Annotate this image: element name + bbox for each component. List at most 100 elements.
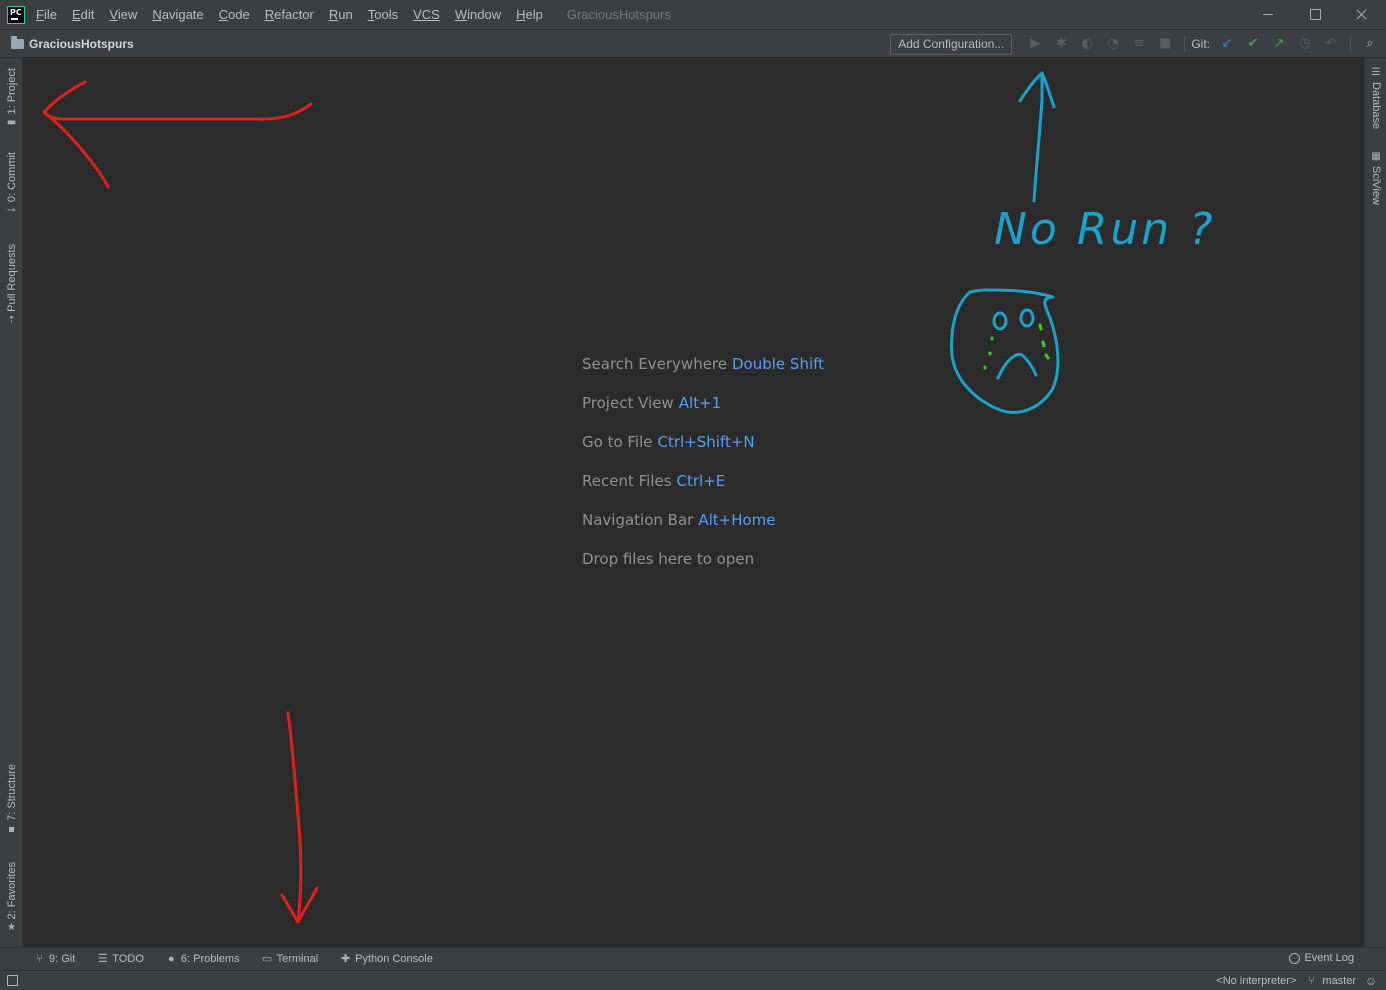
tool-tab-structure[interactable]: 7: Structure ▪ [0,764,23,835]
git-update-icon[interactable]: ↙ [1219,36,1235,52]
hint-label: Recent Files [582,472,672,490]
menu-view[interactable]: View [109,7,137,22]
star-icon: ★ [7,922,16,934]
hint-label: Drop files here to open [582,550,755,568]
hint-label: Project View [582,394,674,412]
hint-navigation-bar: Navigation Bar Alt+Home [582,509,824,548]
tool-tab-label: 2: Favorites [5,862,18,920]
menu-navigate[interactable]: Navigate [152,7,203,22]
tool-tab-favorites[interactable]: 2: Favorites ★ [0,862,23,933]
interpreter-widget[interactable]: <No interpreter> [1216,975,1296,987]
navigation-bar: GraciousHotspurs Add Configuration... ▶ … [0,29,1386,58]
folder-icon: ▬ [6,117,17,129]
tool-tab-label: 7: Structure [5,764,18,821]
problems-icon: ● [168,952,175,965]
tool-tab-terminal[interactable]: ▭ Terminal [261,952,319,965]
python-icon: ✚ [341,952,351,965]
tool-tab-label: 9: Git [49,953,76,965]
window-title: GraciousHotspurs [566,7,671,22]
hint-shortcut: Alt+Home [698,511,776,529]
hint-drop-files: Drop files here to open [582,548,824,587]
tool-tab-todo[interactable]: ☰ TODO [97,953,144,965]
tool-tab-label: 0: Commit [5,152,18,203]
tool-tab-project[interactable]: 1: Project ▬ [0,68,23,128]
right-tool-strip: ☰ Database ▦ SciView [1364,58,1386,947]
main-menu: File Edit View Navigate Code Refactor Ru… [36,7,558,22]
tool-tab-database[interactable]: ☰ Database [1365,68,1386,130]
hint-shortcut: Alt+1 [678,394,722,412]
left-tool-strip: 1: Project ▬ 0: Commit ⊸ Pull Requests ⇡… [0,58,23,947]
menu-refactor[interactable]: Refactor [265,7,314,22]
editor-area[interactable]: Search Everywhere Double Shift Project Vi… [23,58,1364,947]
title-bar: PC File Edit View Navigate Code Refactor… [0,0,1386,29]
hint-label: Go to File [582,433,653,451]
tool-tab-label: Python Console [355,953,433,965]
menu-file[interactable]: File [36,7,57,22]
hint-shortcut: Ctrl+E [676,472,726,490]
tool-tab-problems[interactable]: ● 6: Problems [166,953,240,965]
empty-editor-hints: Search Everywhere Double Shift Project Vi… [582,353,824,587]
hint-search-everywhere: Search Everywhere Double Shift [582,353,824,392]
tool-tab-label: TODO [112,953,144,965]
terminal-icon: ▭ [261,952,273,965]
branch-name: master [1322,975,1356,987]
git-label: Git: [1191,37,1210,51]
hint-go-to-file: Go to File Ctrl+Shift+N [582,431,824,470]
search-icon[interactable]: ⌕ [1362,36,1378,52]
toggle-tool-windows-icon[interactable] [7,975,18,986]
git-push-icon[interactable]: ↗ [1271,36,1287,52]
event-log-icon [1289,952,1301,964]
close-button[interactable] [1339,0,1386,29]
tool-tab-git[interactable]: ⑂ 9: Git [34,953,75,965]
git-branch-widget[interactable]: ⑂ master [1308,975,1356,987]
tool-tab-label: Database [1370,82,1382,130]
git-rollback-icon[interactable]: ↶ [1323,36,1339,52]
toolbar-separator [1184,36,1186,52]
window-controls [1245,0,1386,29]
commit-icon: ⊸ [7,205,16,217]
concurrency-diagram-icon[interactable]: ≡ [1131,36,1147,52]
tool-tab-commit[interactable]: 0: Commit ⊸ [0,152,23,216]
tool-tab-label: 1: Project [5,68,18,115]
todo-list-icon: ☰ [97,952,108,965]
pycharm-logo-icon: PC [7,5,25,24]
tool-tab-sciview[interactable]: ▦ SciView [1365,152,1386,205]
git-history-icon[interactable]: ◷ [1297,36,1313,52]
menu-run[interactable]: Run [329,7,353,22]
menu-tools[interactable]: Tools [368,7,398,22]
tool-tab-python-console[interactable]: ✚ Python Console [340,953,433,965]
profile-icon[interactable]: ◔ [1105,36,1121,52]
maximize-button[interactable] [1292,0,1339,29]
tool-tab-label: SciView [1370,166,1382,205]
bottom-tool-tabs: ⑂ 9: Git ☰ TODO ● 6: Problems ▭ Terminal ✚ Py… [0,947,1386,970]
status-bar: <No interpreter> ⑂ master ☺ [0,970,1386,990]
structure-icon: ▪ [8,823,15,835]
breadcrumb-project[interactable]: GraciousHotspurs [29,37,134,51]
menu-help[interactable]: Help [516,7,543,22]
status-widgets: <No interpreter> ⑂ master ☺ [1204,972,1378,990]
debug-icon[interactable]: ✱ [1053,36,1069,52]
tool-tab-pull-requests[interactable]: Pull Requests ⇡ [0,244,23,326]
menu-vcs[interactable]: VCS [413,7,440,22]
hint-shortcut: Double Shift [732,355,825,373]
menu-edit[interactable]: Edit [72,7,94,22]
hint-recent-files: Recent Files Ctrl+E [582,470,824,509]
hint-label: Navigation Bar [582,511,694,529]
menu-code[interactable]: Code [219,7,250,22]
minimize-button[interactable] [1245,0,1292,29]
event-log-tab[interactable]: Event Log [1289,952,1354,964]
stop-icon[interactable]: ■ [1157,36,1173,52]
hint-project-view: Project View Alt+1 [582,392,824,431]
tool-tab-label: Pull Requests [5,244,18,312]
tool-tab-label: Terminal [276,953,319,965]
toolbar-separator [1350,36,1351,52]
menu-window[interactable]: Window [455,7,501,22]
event-log-label: Event Log [1304,952,1354,964]
branch-icon: ⑂ [1308,975,1315,987]
add-configuration-button[interactable]: Add Configuration... [890,33,1013,55]
run-with-coverage-icon[interactable]: ◐ [1079,36,1095,52]
git-commit-icon[interactable]: ✔ [1245,36,1261,52]
inspector-icon[interactable]: ☺ [1364,974,1378,988]
sciview-icon: ▦ [1371,151,1381,162]
run-icon[interactable]: ▶ [1027,36,1043,52]
